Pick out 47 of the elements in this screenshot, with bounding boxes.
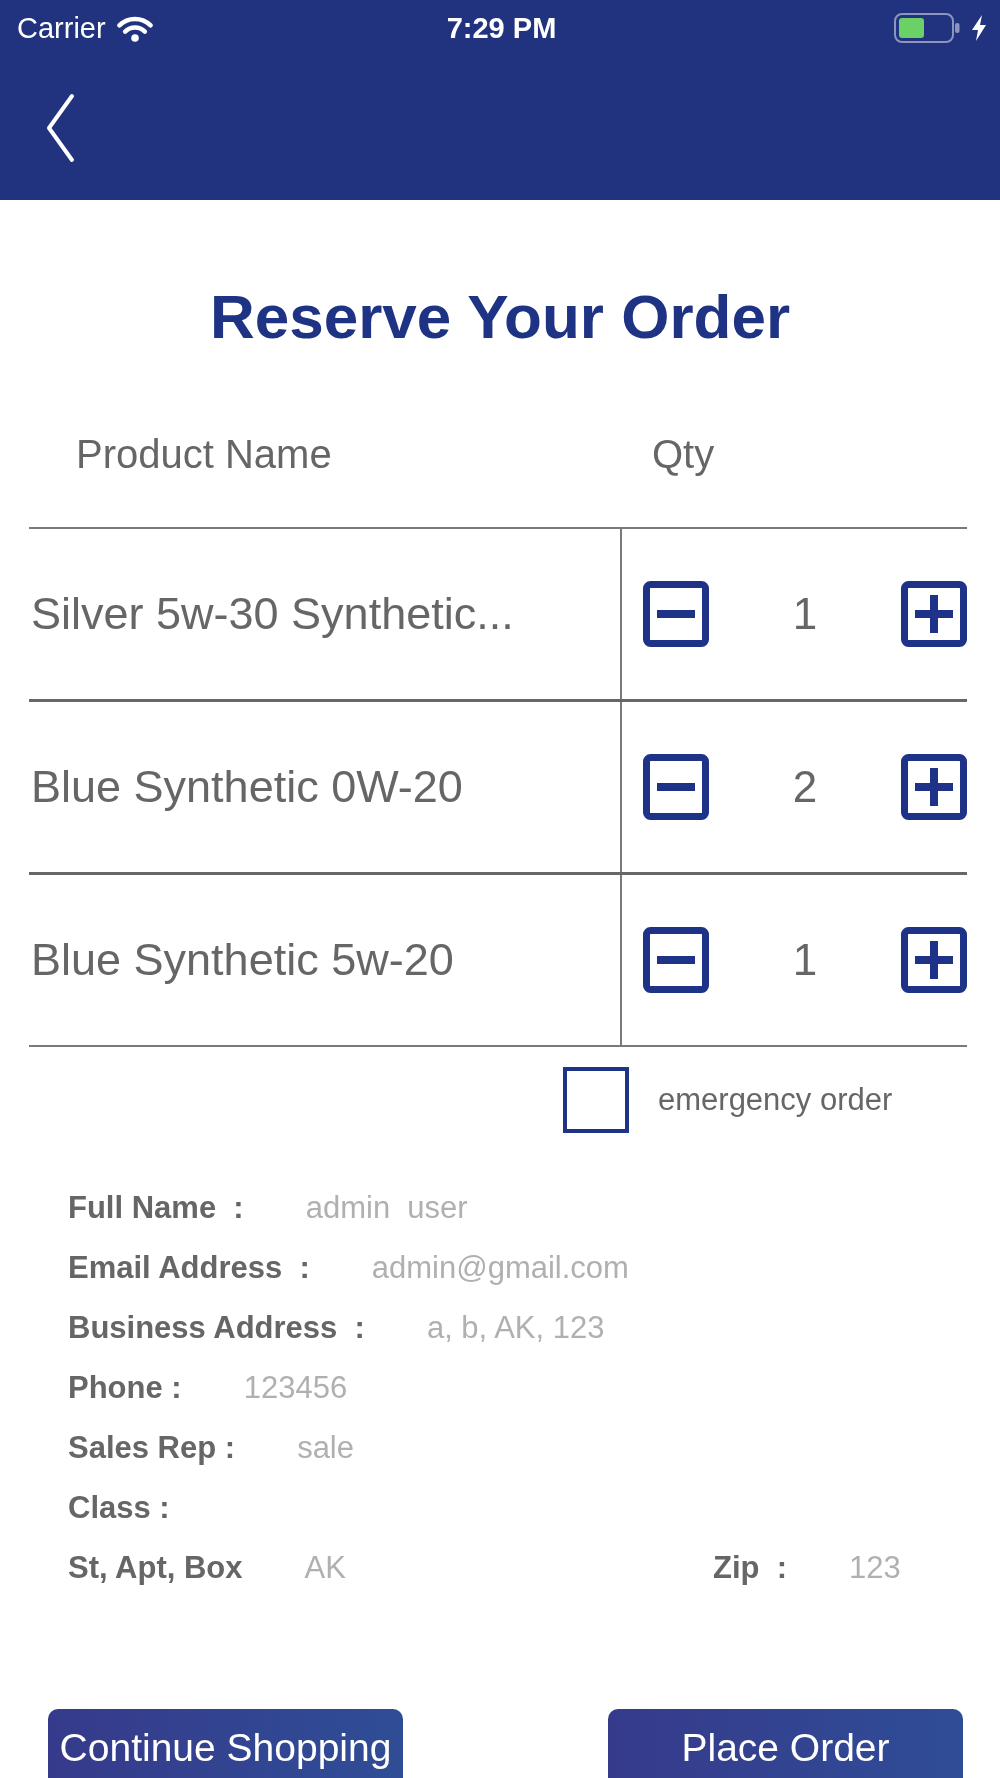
continue-shopping-button[interactable]: Continue Shopping — [48, 1709, 403, 1778]
column-header: Qty — [652, 432, 715, 476]
field-label: Business Address : — [68, 1309, 365, 1347]
place-order-button[interactable]: Place Order — [608, 1709, 963, 1778]
product-name: Blue Synthetic 0W-20 — [30, 760, 463, 814]
checkbox-label: emergency order — [658, 1081, 893, 1119]
plus-icon — [901, 581, 967, 647]
field-value: a, b, AK, 123 — [426, 1309, 605, 1347]
field-label: Email Address : — [68, 1249, 310, 1287]
field-value: 123456 — [243, 1369, 348, 1407]
field-label: Full Name : — [68, 1189, 244, 1227]
increase-button[interactable] — [901, 581, 967, 647]
field-value: admin@gmail.com — [371, 1249, 629, 1287]
charging-bolt-icon — [972, 15, 986, 41]
increase-button[interactable] — [901, 754, 967, 820]
chevron-left-icon — [44, 93, 76, 163]
quantity-value: 1 — [792, 588, 818, 640]
battery-icon — [894, 13, 960, 43]
quantity-value: 2 — [792, 761, 818, 813]
column-header: Product Name — [76, 432, 332, 476]
decrease-button[interactable] — [643, 927, 709, 993]
decrease-button[interactable] — [643, 754, 709, 820]
quantity-value: 1 — [792, 934, 818, 986]
field-value: admin user — [305, 1189, 468, 1227]
minus-icon — [643, 754, 709, 820]
field-label: Class : — [68, 1489, 170, 1527]
back-button[interactable] — [44, 93, 76, 163]
field-label: Phone : — [68, 1369, 182, 1407]
product-name: Silver 5w-30 Synthetic... — [30, 587, 514, 641]
page-title: Reserve Your Order — [209, 281, 791, 353]
plus-icon — [901, 927, 967, 993]
plus-icon — [901, 754, 967, 820]
minus-icon — [643, 927, 709, 993]
field-value: AK — [304, 1549, 346, 1587]
minus-icon — [643, 581, 709, 647]
field-label: St, Apt, Box — [68, 1549, 243, 1587]
field-label: Zip : — [713, 1549, 788, 1587]
carrier-name: Carrier — [17, 11, 106, 45]
increase-button[interactable] — [901, 927, 967, 993]
field-value: 123 — [849, 1549, 901, 1587]
clock-time: 7:29 PM — [446, 11, 557, 45]
product-name: Blue Synthetic 5w-20 — [30, 933, 454, 987]
field-value: sale — [297, 1429, 354, 1467]
field-label: Sales Rep : — [68, 1429, 236, 1467]
wifi-icon — [115, 14, 154, 42]
checkbox[interactable] — [563, 1067, 629, 1133]
decrease-button[interactable] — [643, 581, 709, 647]
